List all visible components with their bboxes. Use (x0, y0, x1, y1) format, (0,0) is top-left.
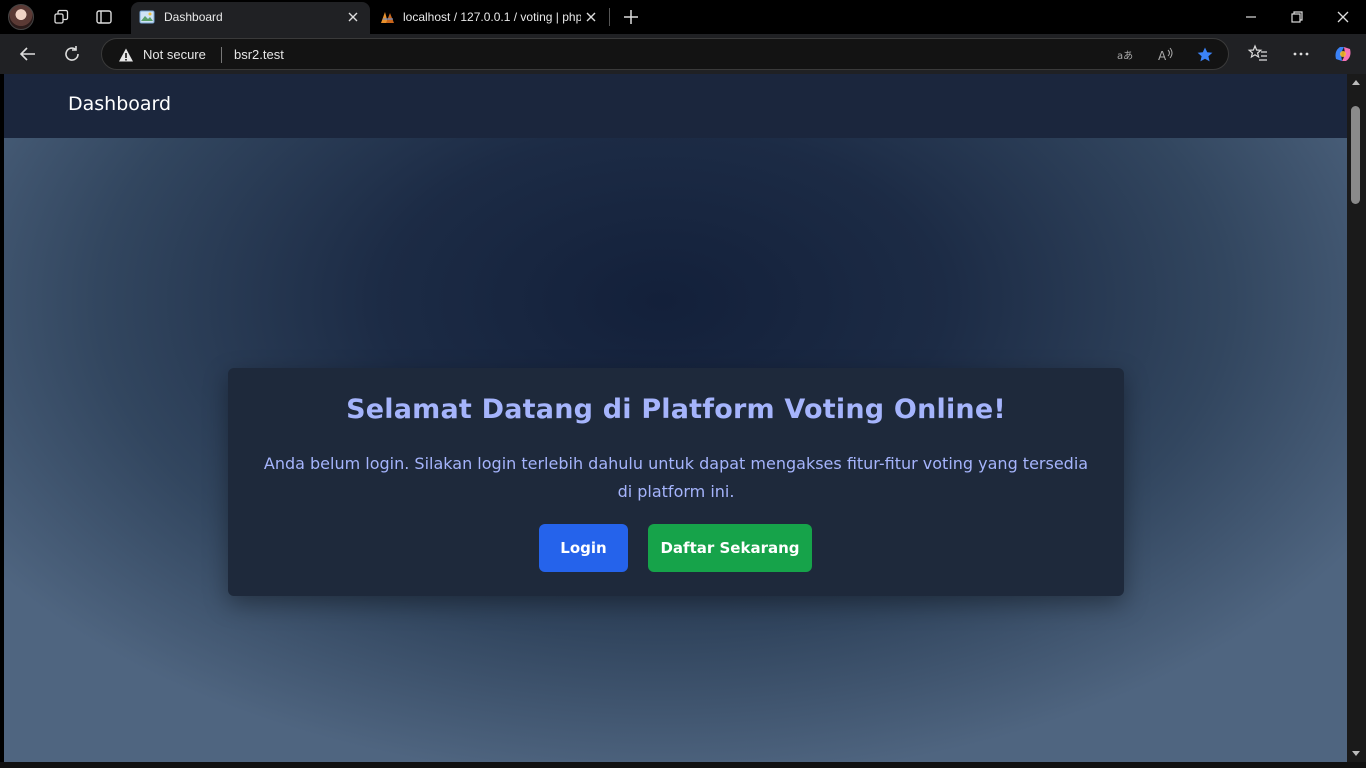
minimize-icon[interactable] (1242, 8, 1260, 26)
read-aloud-icon[interactable]: A (1156, 46, 1174, 64)
scroll-up-icon[interactable] (1352, 80, 1360, 85)
copilot-icon[interactable] (1332, 43, 1354, 65)
tab-divider (609, 8, 610, 26)
navbar: Dashboard (4, 74, 1347, 138)
close-window-icon[interactable] (1334, 8, 1352, 26)
workspaces-icon[interactable] (53, 8, 71, 26)
page-scrollbar[interactable] (1347, 74, 1366, 762)
reload-icon[interactable] (61, 43, 83, 65)
svg-text:A: A (1158, 49, 1167, 63)
scroll-thumb[interactable] (1351, 106, 1360, 204)
tab-actions-icon[interactable] (95, 8, 113, 26)
favorites-icon[interactable] (1247, 43, 1269, 65)
tab-phpmyadmin[interactable]: localhost / 127.0.0.1 / voting | phpMyAd… (372, 2, 608, 34)
register-button[interactable]: Daftar Sekarang (648, 524, 812, 572)
phpmyadmin-favicon-icon (381, 12, 394, 23)
welcome-message: Anda belum login. Silakan login terlebih… (263, 454, 1089, 501)
tab-title: localhost / 127.0.0.1 / voting | phpMyAd… (403, 10, 581, 24)
image-favicon-icon (139, 10, 155, 24)
translate-icon[interactable]: aあ (1116, 46, 1134, 64)
back-icon[interactable] (17, 43, 39, 65)
profile-avatar[interactable] (8, 4, 34, 30)
favorite-star-icon[interactable] (1196, 46, 1214, 64)
navbar-brand[interactable]: Dashboard (68, 93, 171, 115)
warning-icon[interactable] (118, 47, 134, 63)
address-divider (221, 47, 222, 63)
window-bottom-edge (0, 762, 1366, 768)
tab-strip: Dashboard localhost / 127.0.0.1 / voting… (0, 0, 1366, 34)
close-tab-icon[interactable] (346, 10, 360, 24)
tab-dashboard[interactable]: Dashboard (131, 2, 370, 34)
scroll-down-icon[interactable] (1352, 751, 1360, 756)
browser-toolbar: Not secure bsr2.test aあ A (0, 34, 1366, 74)
url-text[interactable]: bsr2.test (234, 47, 284, 62)
svg-text:aあ: aあ (1117, 50, 1133, 62)
welcome-title: Selamat Datang di Platform Voting Online… (346, 394, 1006, 425)
tab-title: Dashboard (164, 10, 223, 24)
address-bar[interactable]: Not secure bsr2.test aあ A (101, 38, 1229, 70)
more-options-icon[interactable] (1290, 43, 1312, 65)
new-tab-icon[interactable] (620, 6, 642, 28)
security-label[interactable]: Not secure (143, 47, 206, 62)
welcome-card: Selamat Datang di Platform Voting Online… (228, 368, 1124, 596)
login-button[interactable]: Login (539, 524, 628, 572)
restore-icon[interactable] (1288, 8, 1306, 26)
page-viewport: Dashboard Selamat Datang di Platform Vot… (4, 74, 1347, 762)
close-tab-icon[interactable] (584, 10, 598, 24)
